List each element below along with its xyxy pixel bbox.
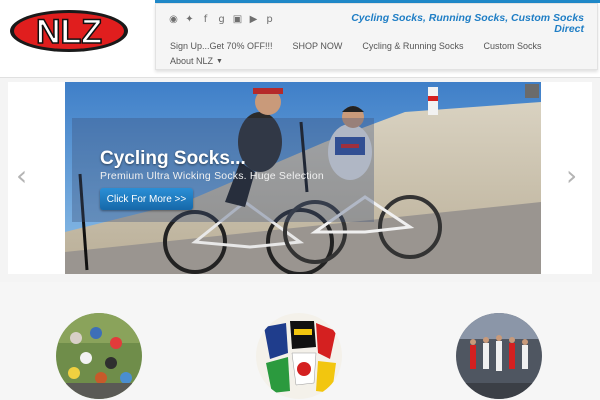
pinterest-icon[interactable]: p: [264, 14, 275, 25]
feature-image-running-race[interactable]: [456, 313, 542, 399]
slide-subtitle: Premium Ultra Wicking Socks. Huge Select…: [100, 170, 324, 182]
nav-item-signup[interactable]: Sign Up...Get 70% OFF!!!: [170, 41, 273, 51]
main-nav: Sign Up...Get 70% OFF!!! SHOP NOW Cyclin…: [170, 41, 541, 51]
nav-item-cycling-running-socks[interactable]: Cycling & Running Socks: [362, 41, 463, 51]
youtube-icon[interactable]: ▶: [248, 14, 259, 25]
nav-item-about-label: About NLZ: [170, 56, 214, 66]
twitter-icon[interactable]: ✦: [184, 14, 195, 25]
nlz-logo[interactable]: NLZ: [8, 8, 130, 54]
feature-image-custom-socks[interactable]: [256, 313, 342, 399]
site-header: NLZ ◉ ✦ f g ▣ ▶ p Cycling Socks, Running…: [0, 0, 600, 78]
slide-title: Cycling Socks...: [100, 148, 246, 169]
slider-next-icon[interactable]: ›: [566, 162, 577, 190]
social-links: ◉ ✦ f g ▣ ▶ p: [168, 14, 275, 26]
site-tagline: Cycling Socks, Running Socks, Custom Soc…: [351, 12, 584, 35]
nav-item-shop-now[interactable]: SHOP NOW: [293, 41, 343, 51]
click-for-more-button[interactable]: Click For More >>: [100, 188, 193, 210]
slider-prev-icon[interactable]: ‹: [16, 162, 27, 190]
rss-icon[interactable]: ◉: [168, 14, 179, 25]
instagram-icon[interactable]: ▣: [232, 14, 243, 25]
nav-item-about[interactable]: About NLZ ▼: [170, 56, 223, 66]
nav-item-custom-socks[interactable]: Custom Socks: [483, 41, 541, 51]
caret-down-icon: ▼: [216, 57, 223, 65]
feature-image-cycling-race[interactable]: [56, 313, 142, 399]
facebook-icon[interactable]: f: [200, 14, 211, 25]
google-plus-icon[interactable]: g: [216, 14, 227, 25]
svg-text:NLZ: NLZ: [36, 13, 102, 51]
